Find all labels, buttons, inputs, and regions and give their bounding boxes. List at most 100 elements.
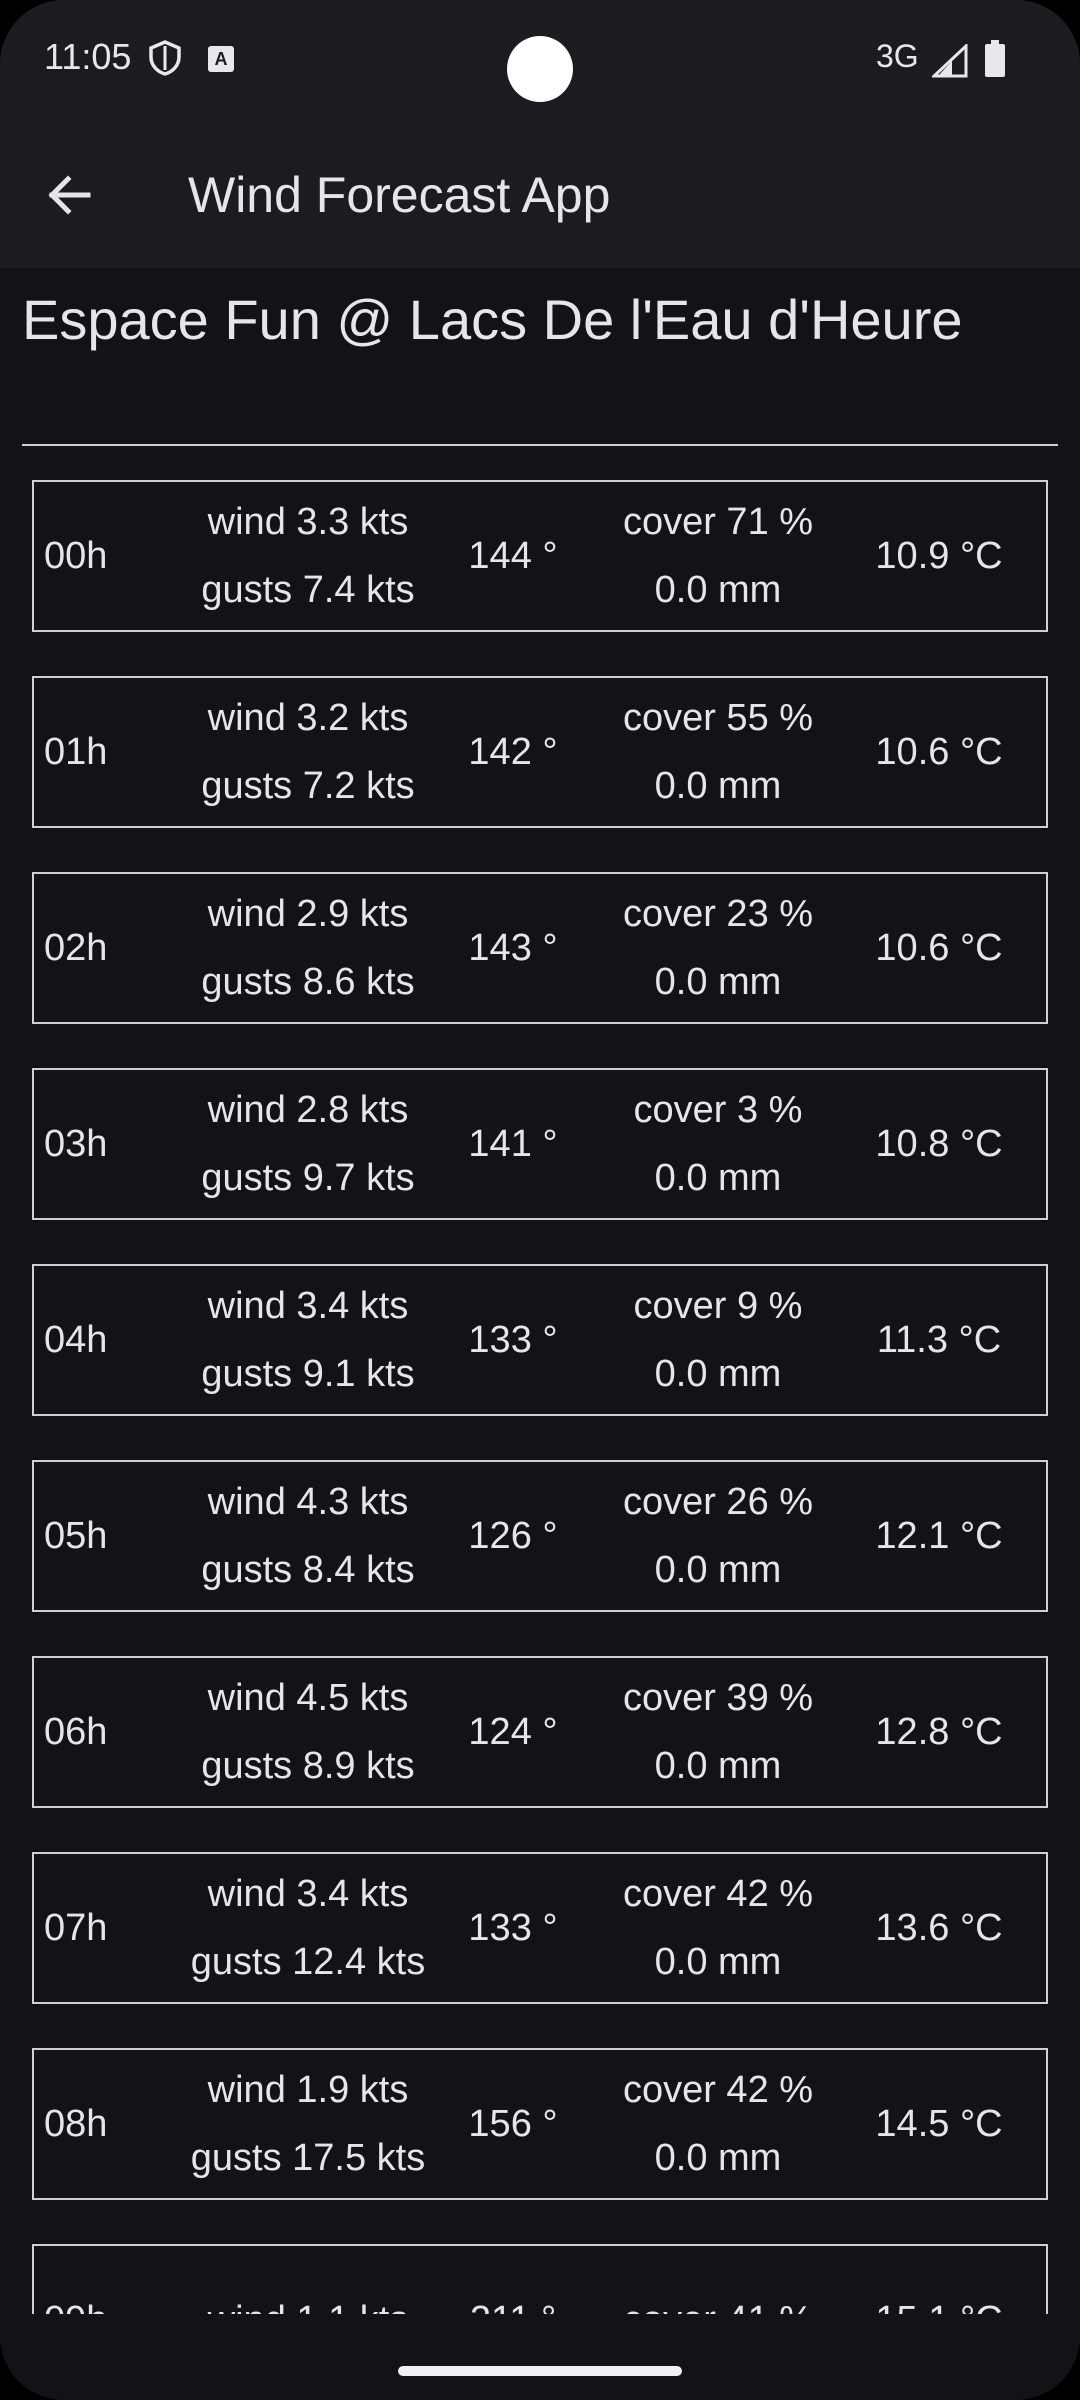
forecast-row: 01h wind 3.2 kts gusts 7.2 kts 142 ° cov… xyxy=(32,676,1048,828)
wind-gusts: gusts 7.2 kts xyxy=(201,765,415,807)
wind-speed: wind 4.3 kts xyxy=(207,1481,409,1523)
forecast-hour: 07h xyxy=(44,1906,108,1949)
forecast-hour: 02h xyxy=(44,926,108,969)
forecast-row: 04h wind 3.4 kts gusts 9.1 kts 133 ° cov… xyxy=(32,1264,1048,1416)
forecast-wind: wind 3.4 kts gusts 12.4 kts xyxy=(188,1860,428,1996)
wind-direction: 126 ° xyxy=(468,1514,558,1557)
temperature: 14.5 °C xyxy=(875,2102,1003,2145)
cloud-cover: cover 41 % xyxy=(598,2286,838,2314)
forecast-hour: 03h xyxy=(44,1122,108,1165)
wind-direction: 141 ° xyxy=(468,1122,558,1165)
temperature: 12.8 °C xyxy=(875,1710,1003,1753)
precipitation: 0.0 mm xyxy=(654,765,782,807)
precipitation: 0.0 mm xyxy=(654,961,782,1003)
forecast-row: 05h wind 4.3 kts gusts 8.4 kts 126 ° cov… xyxy=(32,1460,1048,1612)
forecast-list: 00h wind 3.3 kts gusts 7.4 kts 144 ° cov… xyxy=(32,480,1048,2314)
wind-direction: 144 ° xyxy=(468,534,558,577)
cloud-cover: cover 71 % xyxy=(622,501,814,543)
temperature: 12.1 °C xyxy=(875,1514,1003,1557)
cloud-cover: cover 42 % xyxy=(622,1873,814,1915)
forecast-cover: cover 26 % 0.0 mm xyxy=(598,1468,838,1604)
precipitation: 0.0 mm xyxy=(654,1745,782,1787)
back-button[interactable] xyxy=(34,160,104,230)
forecast-row: 00h wind 3.3 kts gusts 7.4 kts 144 ° cov… xyxy=(32,480,1048,632)
forecast-row: 02h wind 2.9 kts gusts 8.6 kts 143 ° cov… xyxy=(32,872,1048,1024)
app-title: Wind Forecast App xyxy=(188,167,611,223)
shield-icon xyxy=(148,40,182,76)
wind-direction: 133 ° xyxy=(468,1318,558,1361)
battery-icon xyxy=(984,40,1006,78)
forecast-row: 08h wind 1.9 kts gusts 17.5 kts 156 ° co… xyxy=(32,2048,1048,2200)
forecast-wind: wind 4.5 kts gusts 8.9 kts xyxy=(188,1664,428,1800)
cloud-cover: cover 42 % xyxy=(622,2069,814,2111)
forecast-hour: 01h xyxy=(44,730,108,773)
cloud-cover: cover 9 % xyxy=(633,1285,803,1327)
wind-gusts: gusts 8.6 kts xyxy=(201,961,415,1003)
temperature: 11.3 °C xyxy=(876,1318,1002,1361)
temperature: 10.6 °C xyxy=(875,730,1003,773)
forecast-hour: 09h xyxy=(34,2299,164,2315)
wind-speed: wind 2.9 kts xyxy=(207,893,409,935)
signal-icon xyxy=(930,42,968,78)
wind-speed: wind 2.8 kts xyxy=(207,1089,409,1131)
forecast-row: 07h wind 3.4 kts gusts 12.4 kts 133 ° co… xyxy=(32,1852,1048,2004)
app-bar: Wind Forecast App xyxy=(0,122,1080,268)
wind-speed: wind 3.2 kts xyxy=(207,697,409,739)
wind-gusts: gusts 9.7 kts xyxy=(201,1157,415,1199)
forecast-wind: wind 3.4 kts gusts 9.1 kts xyxy=(188,1272,428,1408)
forecast-wind: wind 1.1 kts xyxy=(188,2286,428,2314)
forecast-cover: cover 42 % 0.0 mm xyxy=(598,2056,838,2192)
arrow-back-icon xyxy=(34,160,104,230)
cloud-cover: cover 39 % xyxy=(622,1677,814,1719)
temperature: 15.1 °C xyxy=(838,2299,1046,2315)
wind-speed: wind 3.3 kts xyxy=(207,501,409,543)
temperature: 13.6 °C xyxy=(875,1906,1003,1949)
status-time: 11:05 xyxy=(44,36,132,77)
forecast-cover: cover 23 % 0.0 mm xyxy=(598,880,838,1016)
forecast-wind: wind 1.9 kts gusts 17.5 kts xyxy=(188,2056,428,2192)
cloud-cover: cover 3 % xyxy=(633,1089,803,1131)
keyboard-a-icon: A xyxy=(208,46,234,72)
forecast-hour: 08h xyxy=(44,2102,108,2145)
precipitation: 0.0 mm xyxy=(654,1353,782,1395)
wind-speed: wind 1.9 kts xyxy=(207,2069,409,2111)
forecast-cover: cover 9 % 0.0 mm xyxy=(598,1272,838,1408)
forecast-wind: wind 3.2 kts gusts 7.2 kts xyxy=(188,684,428,820)
precipitation: 0.0 mm xyxy=(654,1157,782,1199)
precipitation: 0.0 mm xyxy=(654,1941,782,1983)
forecast-cover: cover 39 % 0.0 mm xyxy=(598,1664,838,1800)
network-type: 3G xyxy=(876,38,919,74)
wind-direction: 143 ° xyxy=(468,926,558,969)
wind-direction: 124 ° xyxy=(468,1710,558,1753)
temperature: 10.8 °C xyxy=(875,1122,1003,1165)
navigation-bar xyxy=(0,2314,1080,2400)
forecast-cover: cover 42 % 0.0 mm xyxy=(598,1860,838,1996)
phone-screen: 11:05 A 3G Wind Forecast App Espace Fun … xyxy=(0,0,1080,2400)
wind-direction: 133 ° xyxy=(468,1906,558,1949)
forecast-wind: wind 3.3 kts gusts 7.4 kts xyxy=(188,488,428,624)
precipitation: 0.0 mm xyxy=(654,1549,782,1591)
forecast-content[interactable]: Espace Fun @ Lacs De l'Eau d'Heure 00h w… xyxy=(0,268,1080,2314)
wind-gusts: gusts 7.4 kts xyxy=(201,569,415,611)
forecast-cover: cover 55 % 0.0 mm xyxy=(598,684,838,820)
wind-gusts: gusts 9.1 kts xyxy=(201,1353,415,1395)
wind-speed: wind 4.5 kts xyxy=(207,1677,409,1719)
divider xyxy=(22,444,1058,446)
forecast-cover: cover 71 % 0.0 mm xyxy=(598,488,838,624)
wind-gusts: gusts 8.4 kts xyxy=(201,1549,415,1591)
forecast-hour: 04h xyxy=(44,1318,108,1361)
forecast-wind: wind 4.3 kts gusts 8.4 kts xyxy=(188,1468,428,1604)
precipitation: 0.0 mm xyxy=(654,2137,782,2179)
wind-direction: 156 ° xyxy=(468,2102,558,2145)
forecast-wind: wind 2.8 kts gusts 9.7 kts xyxy=(188,1076,428,1212)
front-camera xyxy=(507,36,573,102)
home-gesture-handle[interactable] xyxy=(398,2366,682,2376)
temperature: 10.9 °C xyxy=(875,534,1003,577)
wind-speed: wind 3.4 kts xyxy=(207,1873,409,1915)
forecast-row: 03h wind 2.8 kts gusts 9.7 kts 141 ° cov… xyxy=(32,1068,1048,1220)
cloud-cover: cover 55 % xyxy=(622,697,814,739)
forecast-row: 09h wind 1.1 kts 211 ° cover 41 % 15.1 °… xyxy=(32,2244,1048,2314)
precipitation: 0.0 mm xyxy=(654,569,782,611)
forecast-cover: cover 41 % xyxy=(598,2286,838,2314)
wind-direction: 211 ° xyxy=(428,2299,598,2315)
